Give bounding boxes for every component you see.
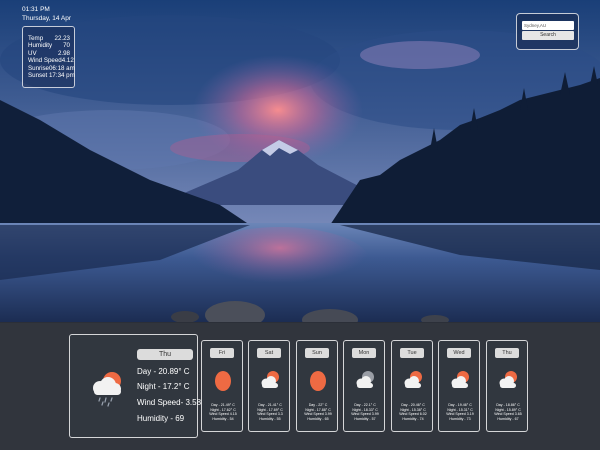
stat-label: Temp	[28, 35, 44, 42]
forecast-day-label: Wed	[447, 348, 471, 358]
forecast-details: Day - 20.46° C Night - 15.38° C Wind Spe…	[393, 403, 433, 422]
stat-label: Wind Speed	[28, 57, 62, 65]
today-day-temp: Day - 20.89° C	[137, 367, 190, 376]
stat-row-sunset: Sunset 17:34 pm	[28, 72, 75, 80]
stat-row-wind-speed: Wind Speed 4.12	[28, 57, 74, 65]
stat-value: 4.12	[61, 57, 74, 65]
today-humidity: Humidity - 69	[137, 414, 185, 423]
forecast-humidity: Humidity - 65	[307, 417, 329, 422]
forecast-day-label: Sat	[257, 348, 281, 358]
stat-row-sunrise: Sunrise06:18 am	[28, 64, 75, 72]
stat-label: Humidity	[28, 42, 53, 50]
sun-icon	[215, 371, 231, 391]
cloud-sun-gray-icon	[356, 371, 374, 388]
today-night-temp: Night - 17.2° C	[137, 382, 190, 391]
forecast-card-sun: Sun Day - 22° C Night - 17.88° C Wind Sp…	[296, 340, 338, 432]
today-day-label: Thu	[137, 349, 193, 360]
search-button[interactable]: Search	[522, 31, 574, 40]
stat-row-uv: UV 2.98	[28, 50, 70, 57]
current-date: Thursday, 14 Apr	[22, 14, 72, 22]
forecast-details: Day - 18.86° C Night - 15.89° C Wind Spe…	[488, 403, 528, 422]
forecast-card-thu: Thu Day - 18.86° C Night - 15.89° C Wind…	[486, 340, 528, 432]
city-search-panel: Search	[516, 13, 579, 50]
forecast-humidity: Humidity - 67	[497, 417, 519, 422]
forecast-humidity: Humidity - 74	[402, 417, 424, 422]
current-time: 01:31 PM	[22, 6, 50, 13]
forecast-day-label: Mon	[352, 348, 376, 358]
forecast-card-sat: Sat Day - 21.41° C Night - 17.69° C Wind…	[248, 340, 290, 432]
sun-icon	[310, 371, 326, 391]
stat-value: 70	[63, 42, 70, 50]
forecast-day-label: Sun	[305, 348, 329, 358]
today-wind-speed: Wind Speed- 3.58	[137, 398, 202, 407]
cloud-sun-icon	[499, 371, 517, 388]
clock-widget: 01:31 PM Thursday, 14 Apr	[22, 6, 71, 23]
today-forecast-card: Thu Day - 20.89° C Night - 17.2° C Wind …	[69, 334, 202, 438]
forecast-card-tue: Tue Day - 20.46° C Night - 15.38° C Wind…	[391, 340, 433, 432]
forecast-humidity: Humidity - 54	[212, 417, 234, 422]
forecast-day-label: Thu	[495, 348, 519, 358]
forecast-card-fri: Fri Day - 21.49° C Night - 17.62° C Wind…	[201, 340, 243, 432]
forecast-details: Day - 21.49° C Night - 17.62° C Wind Spe…	[203, 403, 243, 422]
cloud-sun-icon	[261, 371, 279, 388]
forecast-day-label: Fri	[210, 348, 234, 358]
current-weather-stats-panel: Temp 22.23 Humidity 70 UV 2.98 Wind Spee…	[22, 26, 75, 88]
forecast-details: Day - 19.46° C Night - 15.31° C Wind Spe…	[440, 403, 480, 422]
forecast-details: Day - 21.41° C Night - 17.69° C Wind Spe…	[250, 403, 290, 422]
cloud-sun-icon	[451, 371, 469, 388]
forecast-details: Day - 22.1° C Night - 18.33° C Wind Spee…	[345, 403, 385, 422]
city-search-input[interactable]	[522, 21, 574, 30]
cloud-rain-sun-icon	[93, 372, 121, 407]
stat-value: 22.23	[54, 35, 70, 42]
stat-row-temp: Temp 22.23	[28, 35, 70, 42]
forecast-details: Day - 22° C Night - 17.88° C Wind Speed …	[298, 403, 338, 422]
forecast-humidity: Humidity - 55	[259, 417, 281, 422]
forecast-humidity: Humidity - 57	[354, 417, 376, 422]
forecast-humidity: Humidity - 73	[449, 417, 471, 422]
stat-label: UV	[28, 49, 37, 57]
forecast-card-wed: Wed Day - 19.46° C Night - 15.31° C Wind…	[438, 340, 480, 432]
forecast-day-label: Tue	[400, 348, 424, 358]
forecast-card-mon: Mon Day - 22.1° C Night - 18.33° C Wind …	[343, 340, 385, 432]
cloud-sun-icon	[404, 371, 422, 388]
stat-row-humidity: Humidity 70	[28, 42, 70, 49]
stat-value: 2.98	[57, 49, 70, 57]
